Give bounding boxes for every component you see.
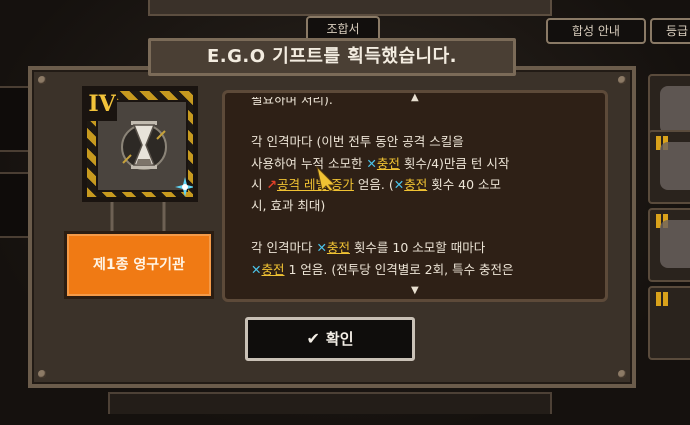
- confirm-label: 확인: [325, 330, 354, 348]
- background-slot: [0, 172, 30, 238]
- background-bottom-bar: [108, 392, 552, 414]
- keyword-charge[interactable]: 충전: [261, 262, 284, 277]
- background-gift-card: [648, 208, 690, 282]
- gift-name-button[interactable]: 제1종 영구기관: [64, 231, 214, 299]
- ego-gift-acquired-dialog: E.G.O 기프트를 획득했습니다. IV 제1종 영구기관 ▲ 필요하며 처리…: [28, 38, 636, 388]
- chain-decoration: [110, 202, 166, 232]
- description-line: ✕충전 1 얻음. (전투당 인격별로 2회, 특수 충전은: [251, 261, 514, 277]
- description-scroll[interactable]: 필요하며 처리). 각 인격마다 (이번 전투 동안 공격 스킬을 사용하여 누…: [251, 97, 587, 297]
- attack-level-icon: ↗: [266, 176, 277, 192]
- keyword-charge[interactable]: 충전: [327, 240, 350, 255]
- description-line: 사용하여 누적 소모한 ✕충전 횟수/4)만큼 턴 시작: [251, 155, 510, 171]
- charge-icon: ✕: [251, 261, 262, 277]
- description-line: 시, 효과 최대): [251, 198, 326, 213]
- charge-icon: ✕: [316, 240, 327, 256]
- background-gift-card: [648, 130, 690, 204]
- hourglass-icon: [121, 121, 167, 170]
- background-gift-card: [648, 286, 690, 360]
- charge-burst-icon: [175, 177, 193, 197]
- keyword-charge[interactable]: 충전: [377, 156, 400, 171]
- confirm-button[interactable]: ✔ 확인: [245, 317, 415, 361]
- description-panel[interactable]: ▲ 필요하며 처리). 각 인격마다 (이번 전투 동안 공격 스킬을 사용하여…: [222, 90, 608, 302]
- grade-button[interactable]: 등급: [650, 18, 690, 44]
- background-slot: [0, 86, 30, 152]
- description-line: 각 인격마다 ✕충전 횟수를 10 소모할 때마다: [251, 240, 486, 256]
- scroll-down-arrow[interactable]: ▼: [411, 285, 419, 296]
- check-icon: ✔: [306, 329, 320, 348]
- gift-tier: IV: [87, 91, 117, 121]
- keyword-charge[interactable]: 충전: [404, 177, 427, 192]
- description-line: 시 ↗공격 레벨 증가 얻음. (✕충전 횟수 40 소모: [251, 176, 502, 192]
- charge-icon: ✕: [393, 176, 405, 192]
- description-line: 각 인격마다 (이번 전투 동안 공격 스킬을: [251, 134, 464, 150]
- dialog-title: E.G.O 기프트를 획득했습니다.: [148, 38, 516, 76]
- mouse-cursor-icon: [316, 165, 337, 191]
- background-top-bar: [148, 0, 552, 16]
- description-text: 필요하며 처리). 각 인격마다 (이번 전투 동안 공격 스킬을 사용하여 누…: [251, 97, 587, 280]
- description-line: 필요하며 처리).: [251, 97, 333, 107]
- gift-icon-frame: IV: [82, 86, 198, 202]
- charge-icon: ✕: [366, 155, 377, 171]
